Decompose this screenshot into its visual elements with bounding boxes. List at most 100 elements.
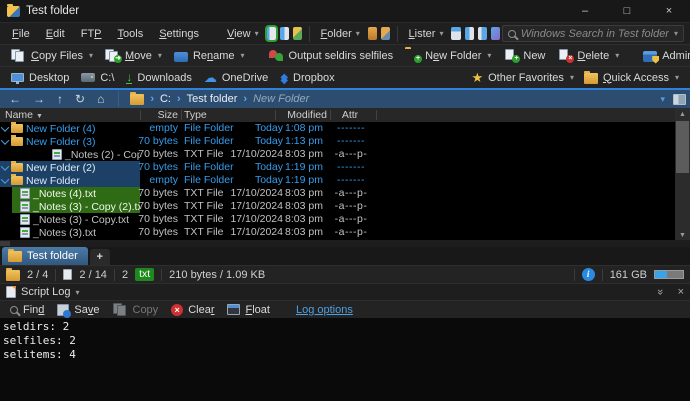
move-button[interactable]: ➜ Move ▾: [100, 47, 167, 64]
lister-dropdown[interactable]: Lister ▾: [403, 25, 450, 43]
delete-button[interactable]: × Delete ▾: [552, 47, 624, 64]
find-button[interactable]: Find: [5, 302, 49, 318]
favorite-downloads[interactable]: ↓ Downloads: [121, 69, 196, 86]
view-thumbnails-icon[interactable]: [293, 27, 302, 40]
expand-chevron-icon[interactable]: [1, 123, 9, 131]
save-button[interactable]: Save: [52, 302, 104, 318]
other-favorites-button[interactable]: ★ Other Favorites ▾: [466, 69, 578, 86]
folder-option-icon[interactable]: [368, 27, 377, 40]
copy-button[interactable]: Copy: [108, 301, 164, 318]
clear-button[interactable]: × Clear: [166, 302, 219, 318]
search-placeholder: Windows Search in Test folder: [521, 28, 669, 40]
back-button[interactable]: ←: [6, 92, 24, 106]
table-row-selected[interactable]: _Notes (3) - Copy (2).txt 70 bytesTXT Fi…: [0, 200, 690, 213]
table-row-selected[interactable]: New Folder emptyFile FolderToday1:19 pm-…: [0, 174, 690, 187]
close-button[interactable]: ×: [648, 0, 690, 22]
menu-settings[interactable]: Settings: [151, 25, 207, 43]
chevron-down-icon[interactable]: ▾: [76, 288, 80, 297]
column-type[interactable]: Type: [184, 109, 207, 121]
search-input[interactable]: Windows Search in Test folder ▾: [502, 25, 684, 42]
menu-ftp[interactable]: FTP: [73, 25, 110, 43]
expand-chevron-icon[interactable]: [1, 175, 9, 183]
column-name[interactable]: Name ▼: [5, 109, 43, 121]
menu-edit[interactable]: Edit: [38, 25, 73, 43]
file-count: 2 / 14: [79, 269, 107, 281]
file-name[interactable]: New Folder (3): [26, 136, 95, 148]
text-file-icon: [20, 201, 30, 212]
folder-icon: [11, 137, 23, 146]
table-row-selected[interactable]: New Folder (2) 70 bytesFile FolderToday1…: [0, 161, 690, 174]
expand-chevron-icon[interactable]: [1, 162, 9, 170]
app-window: Test folder – □ × File Edit FTP Tools Se…: [0, 0, 690, 401]
table-row[interactable]: _Notes (3) - Copy.txt 70 bytesTXT File17…: [0, 213, 690, 226]
close-panel-icon[interactable]: ×: [678, 286, 684, 298]
scrollbar-thumb[interactable]: [0, 241, 10, 246]
scroll-up-icon[interactable]: ▲: [675, 108, 690, 121]
file-name[interactable]: _Notes (3) - Copy.txt: [33, 214, 129, 226]
column-modified[interactable]: Modified: [250, 109, 327, 121]
new-folder-button[interactable]: + New Folder ▾: [400, 47, 496, 64]
separator: [397, 26, 398, 42]
folder-option2-icon[interactable]: [381, 27, 390, 40]
rename-button[interactable]: Rename ▾: [169, 48, 250, 64]
horizontal-scrollbar[interactable]: [0, 240, 690, 247]
copy-files-button[interactable]: Copy Files ▾: [6, 47, 98, 64]
folder-dropdown[interactable]: Folder ▾: [315, 25, 366, 43]
table-row[interactable]: _Notes (3).txt 70 bytesTXT File17/10/202…: [0, 226, 690, 239]
dropbox-icon: ◆: [280, 73, 288, 83]
menu-tools[interactable]: Tools: [110, 25, 152, 43]
file-name[interactable]: _Notes (4).txt: [33, 188, 96, 200]
favorite-onedrive[interactable]: ☁ OneDrive: [199, 69, 273, 86]
float-button[interactable]: Float: [222, 302, 274, 318]
file-name[interactable]: New Folder (4): [26, 123, 95, 135]
file-name[interactable]: New Folder (2): [26, 162, 95, 174]
info-icon[interactable]: i: [582, 268, 595, 281]
breadcrumb-folder[interactable]: Test folder: [187, 93, 238, 105]
delete-icon: ×: [557, 49, 572, 62]
minimize-button[interactable]: –: [564, 0, 606, 22]
maximize-button[interactable]: □: [606, 0, 648, 22]
quick-access-button[interactable]: Quick Access ▾: [579, 70, 684, 86]
tab-test-folder[interactable]: Test folder: [2, 247, 88, 265]
home-button[interactable]: ⌂: [94, 92, 107, 106]
table-row[interactable]: New Folder (4) emptyFile FolderToday1:08…: [0, 122, 690, 135]
title-bar[interactable]: Test folder – □ ×: [0, 0, 690, 22]
path-dropdown-icon[interactable]: ▾: [660, 94, 665, 105]
view-columns-icon[interactable]: [280, 27, 289, 40]
dual-pane-toggle-icon[interactable]: [673, 94, 686, 105]
new-button[interactable]: + New: [498, 47, 550, 64]
file-name[interactable]: _Notes (3).txt: [33, 227, 96, 239]
favorite-dropbox[interactable]: ◆ Dropbox: [275, 70, 339, 86]
lister-layout2-icon[interactable]: [465, 27, 474, 40]
favorite-desktop[interactable]: Desktop: [6, 70, 74, 86]
vertical-scrollbar[interactable]: ▲ ▼: [675, 108, 690, 242]
collapse-panel-icon[interactable]: »: [655, 289, 667, 295]
favorite-c-drive[interactable]: C:\: [76, 70, 119, 86]
output-seldirs-button[interactable]: Output seldirs selfiles: [264, 47, 399, 64]
lister-layout4-icon[interactable]: [491, 27, 500, 40]
forward-button[interactable]: →: [30, 92, 48, 106]
folder-icon: [11, 163, 23, 172]
lister-layout3-icon[interactable]: [478, 27, 487, 40]
up-button[interactable]: ↑: [54, 92, 66, 106]
expand-chevron-icon[interactable]: [1, 136, 9, 144]
view-dropdown[interactable]: View ▾: [221, 25, 265, 43]
add-tab-button[interactable]: +: [90, 249, 110, 265]
refresh-button[interactable]: ↻: [72, 92, 88, 106]
file-name[interactable]: New Folder: [26, 175, 80, 187]
table-row[interactable]: New Folder (3) 70 bytesFile FolderToday1…: [0, 135, 690, 148]
table-row-selected[interactable]: _Notes (4).txt 70 bytesTXT File17/10/202…: [0, 187, 690, 200]
lister-layout1-icon[interactable]: [451, 27, 460, 40]
breadcrumb-new-folder[interactable]: New Folder: [253, 93, 309, 105]
breadcrumb-drive[interactable]: C:: [160, 93, 171, 105]
script-log-output[interactable]: seldirs: 2 selfiles: 2 selitems: 4: [0, 318, 690, 401]
admin-button[interactable]: Admin: [638, 48, 690, 64]
script-log-header[interactable]: Script Log ▾ » ×: [0, 283, 690, 300]
log-options-link[interactable]: Log options: [296, 304, 353, 316]
column-attr[interactable]: Attr: [330, 109, 370, 121]
column-size[interactable]: Size: [118, 109, 178, 121]
view-details-icon[interactable]: [267, 27, 276, 40]
table-row[interactable]: _Notes (2) - Copy (3).txt 70 bytesTXT Fi…: [0, 148, 690, 161]
scrollbar-thumb[interactable]: [676, 121, 689, 173]
menu-file[interactable]: File: [4, 25, 38, 43]
